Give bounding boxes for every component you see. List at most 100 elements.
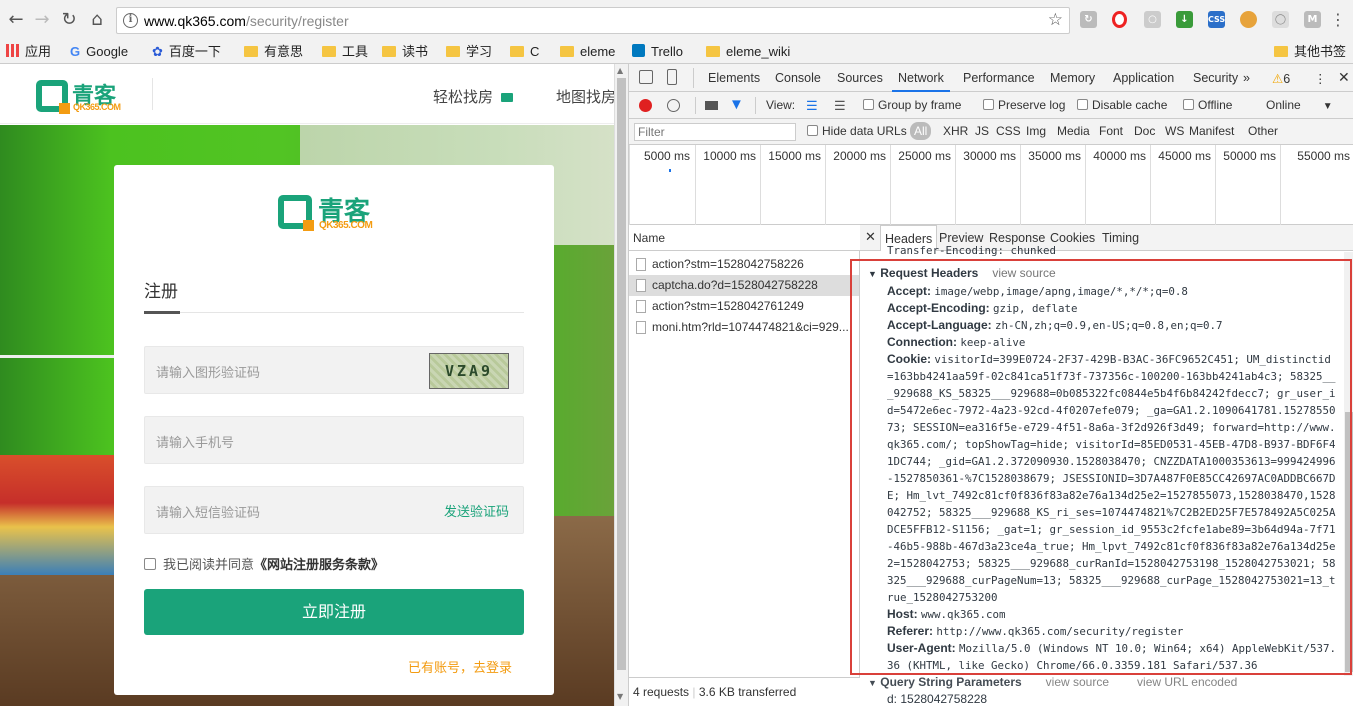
filter-type-img[interactable]: Img xyxy=(1026,124,1046,138)
menu-icon[interactable]: ⋮ xyxy=(1326,8,1350,32)
disable-cache-option[interactable]: Disable cache xyxy=(1077,98,1167,112)
page-scrollbar[interactable]: ▲ ▼ xyxy=(614,64,628,706)
view-source-link[interactable]: view source xyxy=(992,266,1055,280)
group-by-frame-option[interactable]: Group by frame xyxy=(863,98,961,112)
bookmark-folder[interactable]: 工具 xyxy=(322,42,368,62)
filter-input[interactable] xyxy=(634,123,796,141)
scrollbar-thumb[interactable] xyxy=(1345,412,1353,672)
cookie-extension-icon[interactable] xyxy=(1240,11,1257,28)
bookmark-folder[interactable]: 有意思 xyxy=(244,42,303,62)
bookmark-apps[interactable]: 应用 xyxy=(6,42,51,62)
filter-funnel-icon[interactable]: ▼ xyxy=(729,96,744,113)
filter-type-xhr[interactable]: XHR xyxy=(943,124,968,138)
tab-console[interactable]: Console xyxy=(775,71,821,85)
inspect-element-icon[interactable] xyxy=(639,70,653,84)
tab-memory[interactable]: Memory xyxy=(1050,71,1095,85)
tab-network[interactable]: Network xyxy=(892,71,950,92)
address-bar[interactable]: i www.qk365.com/security/register ☆ xyxy=(116,7,1070,34)
captcha-input[interactable]: 请输入图形验证码 VZA9 xyxy=(144,346,524,394)
network-overview-timeline[interactable]: 5000 ms 10000 ms 15000 ms 20000 ms 25000… xyxy=(629,145,1353,225)
send-code-link[interactable]: 发送验证码 xyxy=(444,501,509,520)
bookmark-other-folder[interactable]: 其他书签 xyxy=(1274,42,1346,62)
bookmark-trello[interactable]: Trello xyxy=(632,42,683,62)
forward-button[interactable]: → xyxy=(30,8,54,32)
filter-type-media[interactable]: Media xyxy=(1057,124,1090,138)
sync-extension-icon[interactable]: ↻ xyxy=(1080,11,1097,28)
nav-easy-find[interactable]: 轻松找房 xyxy=(433,86,513,107)
view-source-link[interactable]: view source xyxy=(1046,675,1109,689)
clear-icon[interactable] xyxy=(667,99,680,112)
bookmark-folder[interactable]: eleme_wiki xyxy=(706,42,790,62)
reload-button[interactable]: ↻ xyxy=(57,8,81,32)
profile-extension-icon[interactable]: M xyxy=(1304,11,1321,28)
filter-type-all[interactable]: All xyxy=(910,122,932,140)
filter-type-font[interactable]: Font xyxy=(1099,124,1123,138)
record-icon[interactable] xyxy=(639,99,652,112)
bookmark-folder[interactable]: C xyxy=(510,42,539,62)
request-headers-section[interactable]: ▼ Request Headers view source xyxy=(868,265,1056,283)
close-details-icon[interactable]: ✕ xyxy=(865,229,876,245)
view-url-encoded-link[interactable]: view URL encoded xyxy=(1137,675,1237,689)
tab-sources[interactable]: Sources xyxy=(837,71,883,85)
back-button[interactable]: ← xyxy=(4,8,28,32)
request-row[interactable]: captcha.do?d=1528042758228 xyxy=(629,275,859,296)
tab-elements[interactable]: Elements xyxy=(708,71,760,85)
css-extension-icon[interactable]: CSS xyxy=(1208,11,1225,28)
download-extension-icon[interactable]: ↓ xyxy=(1176,11,1193,28)
request-row[interactable]: moni.htm?rld=1074474821&ci=929... xyxy=(629,317,859,338)
offline-option[interactable]: Offline xyxy=(1183,98,1232,112)
scroll-up-icon[interactable]: ▲ xyxy=(617,66,623,75)
filter-type-js[interactable]: JS xyxy=(975,124,989,138)
opera-extension-icon[interactable] xyxy=(1112,11,1127,28)
scrollbar-thumb[interactable] xyxy=(617,78,626,670)
bookmark-star-icon[interactable]: ☆ xyxy=(1048,10,1063,30)
request-row[interactable]: action?stm=1528042758226 xyxy=(629,254,859,275)
disable-cache-checkbox[interactable] xyxy=(1077,99,1088,110)
offline-checkbox[interactable] xyxy=(1183,99,1194,110)
tab-security[interactable]: Security xyxy=(1193,71,1238,85)
filter-type-doc[interactable]: Doc xyxy=(1134,124,1155,138)
group-by-frame-checkbox[interactable] xyxy=(863,99,874,110)
bookmark-baidu[interactable]: ✿ 百度一下 xyxy=(152,42,221,62)
large-rows-icon[interactable]: ☰ xyxy=(806,98,818,114)
query-string-section[interactable]: ▼ Query String Parameters view source view… xyxy=(868,674,1237,692)
details-scrollbar[interactable] xyxy=(1344,252,1353,676)
terms-link[interactable]: 《网站注册服务条款》 xyxy=(254,558,384,573)
bookmark-folder[interactable]: 读书 xyxy=(382,42,428,62)
screenshot-camera-icon[interactable] xyxy=(705,101,718,110)
bookmark-folder[interactable]: 学习 xyxy=(446,42,492,62)
mouse-extension-icon[interactable]: ○ xyxy=(1144,11,1161,28)
phone-input[interactable]: 请输入手机号 xyxy=(144,416,524,464)
scroll-down-icon[interactable]: ▼ xyxy=(617,692,623,701)
filter-type-css[interactable]: CSS xyxy=(996,124,1021,138)
filter-type-other[interactable]: Other xyxy=(1248,124,1278,138)
hide-data-urls-option[interactable]: Hide data URLs xyxy=(807,124,907,138)
site-logo[interactable]: 青客 QK365.COM xyxy=(36,78,136,114)
device-toolbar-icon[interactable] xyxy=(667,69,677,85)
captcha-image[interactable]: VZA9 xyxy=(429,353,509,389)
devtools-menu-icon[interactable]: ⋮ xyxy=(1314,71,1327,86)
waterfall-overview-icon[interactable]: ☰ xyxy=(834,98,846,114)
bookmark-google[interactable]: G Google xyxy=(70,42,128,62)
sms-code-input[interactable]: 请输入短信验证码 发送验证码 xyxy=(144,486,524,534)
filter-type-ws[interactable]: WS xyxy=(1165,124,1184,138)
home-button[interactable]: ⌂ xyxy=(85,8,109,32)
preserve-log-checkbox[interactable] xyxy=(983,99,994,110)
nav-map-find[interactable]: 地图找房 xyxy=(556,86,616,107)
tab-performance[interactable]: Performance xyxy=(963,71,1035,85)
filter-type-manifest[interactable]: Manifest xyxy=(1189,124,1234,138)
terms-checkbox[interactable] xyxy=(144,558,156,570)
register-button[interactable]: 立即注册 xyxy=(144,589,524,635)
info-icon[interactable]: i xyxy=(123,13,138,28)
login-link[interactable]: 已有账号，去登录 xyxy=(408,657,512,676)
request-row[interactable]: action?stm=1528042761249 xyxy=(629,296,859,317)
more-tabs-icon[interactable]: » xyxy=(1243,71,1250,85)
shield-extension-icon[interactable]: ◯ xyxy=(1272,11,1289,28)
tab-application[interactable]: Application xyxy=(1113,71,1174,85)
preserve-log-option[interactable]: Preserve log xyxy=(983,98,1065,112)
close-devtools-icon[interactable]: ✕ xyxy=(1338,69,1350,86)
bookmark-folder[interactable]: eleme xyxy=(560,42,615,62)
name-column-header[interactable]: Name xyxy=(629,225,860,251)
hide-data-urls-checkbox[interactable] xyxy=(807,125,818,136)
throttling-select[interactable]: Online ▼ xyxy=(1266,98,1333,112)
